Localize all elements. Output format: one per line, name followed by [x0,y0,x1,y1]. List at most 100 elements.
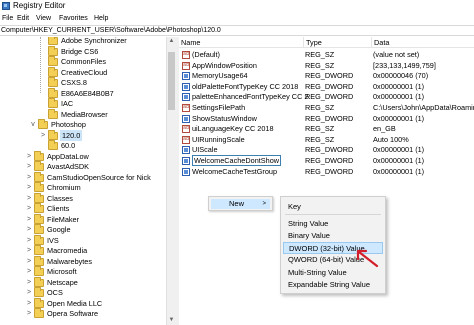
scroll-down-arrow-icon[interactable]: ▼ [167,316,176,325]
value-type: REG_SZ [305,50,335,59]
value-row[interactable]: oldPaletteFontTypeKey CC 2018 REG_DWORD 0x… [179,81,474,92]
tree-item-label: Opera Software [47,309,99,318]
list-header: Name Type Data [179,37,474,48]
dword-value-icon [182,114,190,123]
tree-item-label: CSXS.8 [61,78,87,87]
expand-chevron-icon[interactable]: > [25,287,33,298]
address-bar[interactable]: Computer\HKEY_CURRENT_USER\Software\Adob… [0,25,474,36]
submenu-item[interactable]: Binary Value [283,230,383,242]
value-name: oldPaletteFontTypeKey CC 2018 [192,81,299,91]
expand-chevron-icon[interactable]: v [29,119,37,130]
menu-new[interactable]: New > [211,199,270,209]
folder-icon [48,129,58,140]
expand-chevron-icon[interactable]: > [25,277,33,288]
tree-item-label: Clients [47,204,70,213]
folder-icon [48,108,58,119]
expand-chevron-icon[interactable]: > [25,256,33,267]
key-tree[interactable]: Adobe Synchronizer Bridge CS6 CommonFiles C… [0,37,176,325]
value-type: REG_DWORD [305,166,354,176]
value-row[interactable]: ShowStatusWindow REG_DWORD 0x00000001 (1) [179,113,474,124]
tree-item-label: Macromedia [47,246,88,255]
value-row[interactable]: paletteEnhancedFontTypeKey CC 2... REG_DW… [179,91,474,102]
folder-icon [48,56,58,66]
value-row[interactable]: uiLanguageKey CC 2018 REG_SZ en_GB [179,123,474,134]
value-name: UIRunningScale [192,134,245,144]
string-value-icon [182,103,190,112]
expand-chevron-icon[interactable]: > [25,203,33,214]
value-data: 0x00000001 (1) [373,81,425,91]
expand-chevron-icon[interactable]: > [25,172,33,183]
expand-chevron-icon[interactable]: > [25,266,33,277]
expand-chevron-icon[interactable]: > [25,161,33,172]
value-name: MemoryUsage64 [192,71,248,81]
menu-help[interactable]: Help [94,13,108,24]
expand-chevron-icon[interactable]: > [25,298,33,309]
value-row[interactable]: MemoryUsage64 REG_DWORD 0x00000046 (70) [179,70,474,81]
expand-chevron-icon[interactable]: > [25,193,33,204]
column-name[interactable]: Name [179,37,304,48]
menu-favorites[interactable]: Favorites [59,13,88,24]
value-type: REG_SZ [305,60,335,70]
scroll-thumb[interactable] [168,52,175,110]
menu-file[interactable]: File [2,13,13,24]
submenu-item[interactable]: Multi-String Value [283,267,383,279]
folder-icon [48,98,58,108]
value-data: (value not set) [373,50,420,59]
expand-chevron-icon[interactable]: > [25,151,33,162]
menu-view[interactable]: View [36,13,51,24]
tree-item-label: Netscape [47,277,78,287]
tree-item-label: Bridge CS6 [61,46,99,56]
window-title: Registry Editor [13,1,66,10]
expand-chevron-icon[interactable]: > [25,182,33,193]
value-name: (Default) [192,50,220,59]
tree-item-label: IVS [47,235,59,245]
value-name: WelcomeCacheDontShow [192,155,314,166]
value-data: 0x00000001 (1) [373,166,425,176]
column-type[interactable]: Type [304,37,372,48]
value-row[interactable]: (Default) REG_SZ (value not set) [179,49,474,60]
tree-item-label: Photoshop [51,120,86,129]
tree-item-label: IAC [61,99,74,108]
value-type: REG_DWORD [305,71,354,81]
folder-icon [34,213,44,224]
tree-item-label: Malwarebytes [47,256,93,266]
expand-chevron-icon[interactable]: > [25,245,33,256]
menu-edit[interactable]: Edit [17,13,29,24]
value-row[interactable]: SettingsFilePath REG_SZ C:\Users\John\AppD… [179,102,474,113]
folder-icon [38,119,48,129]
column-data[interactable]: Data [372,37,474,48]
tree-item-label: AppDataLow [47,151,89,161]
tree-item-label: MediaBrowser [61,109,108,119]
value-data: en_GB [373,124,396,134]
tree-item-label: Microsoft [47,267,77,276]
value-data: 0x00000001 (1) [373,145,425,155]
value-row[interactable]: WelcomeCacheTestGroup REG_DWORD 0x00000001… [179,166,474,177]
value-type: REG_SZ [305,124,335,134]
value-row[interactable]: UIRunningScale REG_SZ Auto 100% [179,134,474,145]
folder-icon [48,77,58,87]
string-value-icon [182,135,190,144]
value-data: 0x00000001 (1) [373,92,425,102]
value-type: REG_DWORD [305,156,354,165]
value-name: UIScale [192,145,218,155]
submenu-item[interactable]: String Value [283,218,383,230]
tree-scrollbar[interactable]: ▲ ▼ [166,37,176,325]
value-row[interactable]: UIScale REG_DWORD 0x00000001 (1) [179,144,474,155]
folder-icon [48,87,58,98]
value-data: 0x00000046 (70) [373,71,429,81]
submenu-arrow-icon: > [262,201,266,207]
tree-item-label: 60.0 [61,141,76,150]
expand-chevron-icon[interactable]: > [25,214,33,225]
folder-icon [48,37,58,45]
expand-chevron-icon[interactable]: > [25,235,33,246]
menu-bar: File Edit View Favorites Help [0,13,474,24]
value-row[interactable]: AppWindowPosition REG_SZ [233,133,1499,759… [179,60,474,71]
tree-item-label: 120.0 [60,129,83,141]
value-row[interactable]: WelcomeCacheDontShow REG_DWORD 0x00000001 … [179,155,474,166]
scroll-up-arrow-icon[interactable]: ▲ [167,37,176,46]
expand-chevron-icon[interactable]: > [39,130,47,141]
expand-chevron-icon[interactable]: > [25,308,33,319]
expand-chevron-icon[interactable]: > [25,224,33,235]
submenu-item[interactable]: Key [283,201,383,213]
submenu-item[interactable]: Expandable String Value [283,279,383,291]
